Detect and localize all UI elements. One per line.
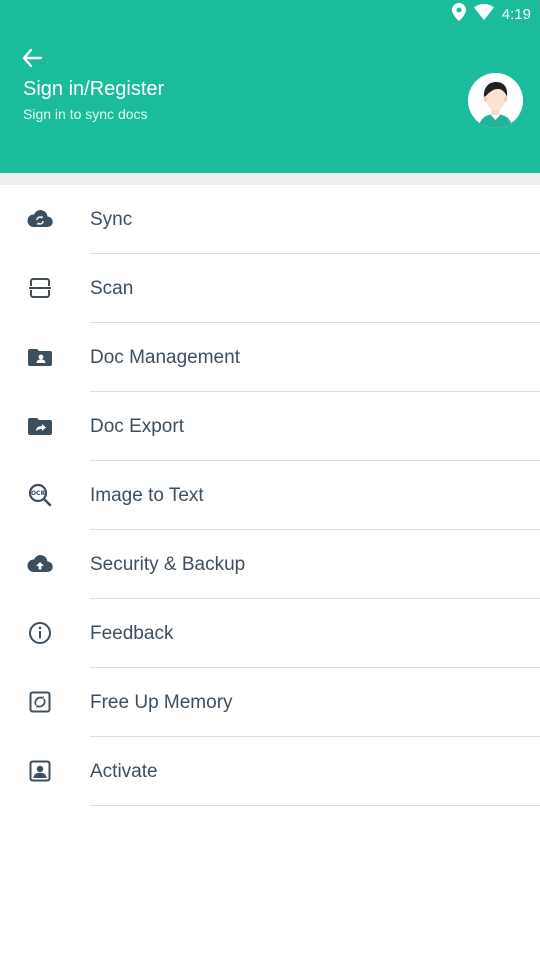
menu-item-label: Security & Backup bbox=[90, 554, 246, 575]
scan-icon bbox=[27, 275, 53, 301]
menu-item-label: Free Up Memory bbox=[90, 692, 233, 713]
menu-item-image-to-text[interactable]: OCR Image to Text bbox=[0, 461, 540, 530]
svg-text:OCR: OCR bbox=[31, 490, 46, 497]
menu-item-label: Scan bbox=[90, 278, 134, 299]
folder-share-icon bbox=[27, 413, 53, 439]
ocr-icon: OCR bbox=[27, 482, 53, 508]
folder-person-icon bbox=[27, 344, 53, 370]
header-shadow bbox=[0, 173, 540, 185]
menu-item-doc-export[interactable]: Doc Export bbox=[0, 392, 540, 461]
menu-item-label: Doc Management bbox=[90, 347, 240, 368]
menu-list: Sync Scan Doc Management Doc Export OCR … bbox=[0, 185, 540, 806]
menu-item-feedback[interactable]: Feedback bbox=[0, 599, 540, 668]
back-button[interactable] bbox=[20, 46, 44, 70]
header: 4:19 Sign in/Register Sign in to sync do… bbox=[0, 0, 540, 173]
menu-item-label: Feedback bbox=[90, 623, 174, 644]
status-time: 4:19 bbox=[501, 5, 531, 23]
cloud-sync-icon bbox=[27, 206, 53, 232]
user-avatar[interactable] bbox=[468, 73, 523, 128]
menu-item-label: Sync bbox=[90, 209, 133, 230]
menu-item-label: Activate bbox=[90, 761, 158, 782]
menu-item-doc-management[interactable]: Doc Management bbox=[0, 323, 540, 392]
menu-item-activate[interactable]: Activate bbox=[0, 737, 540, 806]
clean-icon bbox=[27, 689, 53, 715]
menu-item-scan[interactable]: Scan bbox=[0, 254, 540, 323]
location-icon bbox=[451, 2, 466, 26]
divider bbox=[90, 805, 540, 806]
person-box-icon bbox=[27, 758, 53, 784]
info-icon bbox=[27, 620, 53, 646]
menu-item-security-backup[interactable]: Security & Backup bbox=[0, 530, 540, 599]
header-subtitle: Sign in to sync docs bbox=[23, 106, 148, 122]
user-avatar-icon bbox=[468, 73, 523, 128]
header-title[interactable]: Sign in/Register bbox=[23, 78, 164, 101]
wifi-icon bbox=[473, 3, 494, 25]
cloud-upload-icon bbox=[27, 551, 53, 577]
menu-item-sync[interactable]: Sync bbox=[0, 185, 540, 254]
menu-item-label: Image to Text bbox=[90, 485, 204, 506]
menu-item-free-up-memory[interactable]: Free Up Memory bbox=[0, 668, 540, 737]
menu-item-label: Doc Export bbox=[90, 416, 184, 437]
status-bar: 4:19 bbox=[451, 2, 531, 26]
arrow-left-icon bbox=[22, 49, 42, 67]
